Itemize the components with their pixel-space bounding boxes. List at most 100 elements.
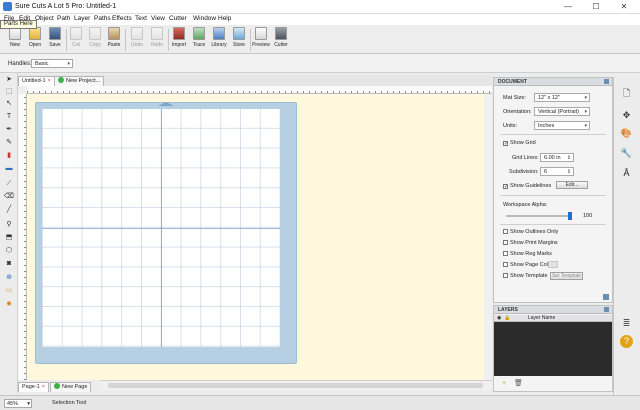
workspace-canvas[interactable]: [27, 94, 492, 380]
menu-help[interactable]: Help: [218, 15, 231, 22]
mat-size-select[interactable]: 12" x 12" ▾: [534, 93, 590, 102]
document-panel-icon[interactable]: 🗋: [620, 87, 633, 100]
chevron-down-icon: ▾: [584, 109, 587, 115]
chevron-down-icon: ▾: [584, 123, 587, 129]
menu-cutter[interactable]: Cutter: [169, 15, 187, 22]
text-tool-icon[interactable]: T: [4, 112, 14, 121]
vertical-scrollbar[interactable]: [484, 94, 492, 380]
edit-guidelines-button[interactable]: Edit...: [556, 181, 588, 189]
store-button[interactable]: Store: [229, 27, 249, 53]
tab-new-project[interactable]: New Project...: [54, 76, 105, 86]
node-edit-tool-icon[interactable]: ↖: [4, 99, 14, 108]
line-tool-icon[interactable]: ╱: [4, 205, 14, 214]
new-button[interactable]: New: [5, 27, 25, 53]
maximize-button[interactable]: ☐: [584, 0, 608, 14]
subdivision-input[interactable]: 6 ⇕: [540, 167, 574, 176]
app-logo-icon: [3, 2, 12, 11]
preview-button[interactable]: Preview: [251, 27, 271, 53]
pin-icon[interactable]: [604, 307, 609, 312]
shape-tool-icon[interactable]: ⬒: [4, 233, 14, 242]
rectangle-tool-icon[interactable]: ▬: [4, 164, 14, 173]
spinner-icon[interactable]: ⇕: [567, 154, 571, 162]
cutting-mat[interactable]: [35, 102, 297, 364]
ruler-tool-icon[interactable]: ▭: [4, 286, 14, 295]
weld-tool-icon[interactable]: ◙: [4, 259, 14, 268]
tab-page-1[interactable]: Page-1 ×: [18, 382, 49, 392]
move-panel-icon[interactable]: ✥: [620, 109, 633, 122]
page-color-swatch[interactable]: [548, 261, 558, 268]
show-grid-checkbox[interactable]: ✓ Show Grid: [503, 140, 536, 147]
mat-size-label: Mat Size:: [503, 95, 526, 101]
pen-tool-icon[interactable]: ✒: [4, 125, 14, 134]
paste-button[interactable]: Paste: [104, 27, 124, 53]
undo-button[interactable]: Undo: [127, 27, 147, 53]
menu-window[interactable]: Window: [193, 15, 216, 22]
close-tab-icon[interactable]: ×: [48, 78, 51, 84]
units-label: Units:: [503, 123, 518, 129]
redo-button[interactable]: Redo: [147, 27, 167, 53]
set-template-button[interactable]: Set Template: [550, 272, 583, 280]
open-button[interactable]: Open: [25, 27, 45, 53]
handles-select[interactable]: Basic ▾: [31, 59, 73, 68]
menu-paths[interactable]: Paths: [94, 15, 111, 22]
delete-layer-button[interactable]: 🗑: [514, 380, 523, 387]
show-guidelines-checkbox[interactable]: ✓ Show Guidelines: [503, 183, 551, 190]
eyedropper-tool-icon[interactable]: ⚲: [4, 220, 14, 229]
show-reg-marks-checkbox[interactable]: Show Reg Marks: [503, 251, 552, 257]
menu-object[interactable]: Object: [35, 15, 54, 22]
pin-icon[interactable]: [604, 79, 609, 84]
mat-grid[interactable]: [42, 109, 280, 347]
knife-tool-icon[interactable]: ⟋: [4, 179, 14, 188]
layer-list[interactable]: [494, 322, 612, 376]
menu-view[interactable]: View: [151, 15, 165, 22]
transform-tool-icon[interactable]: ⬚: [4, 87, 14, 96]
grid-lines-input[interactable]: 6.00 in ⇕: [540, 153, 574, 162]
import-button[interactable]: Import: [169, 27, 189, 53]
help-icon[interactable]: ?: [620, 335, 633, 348]
polygon-tool-icon[interactable]: ⬡: [4, 246, 14, 255]
library-icon: [213, 27, 225, 40]
close-tab-icon[interactable]: ×: [42, 384, 45, 390]
minimize-button[interactable]: —: [556, 0, 580, 14]
zoom-tool-icon[interactable]: ⊕: [4, 273, 14, 282]
close-window-button[interactable]: ✕: [612, 0, 636, 14]
add-layer-button[interactable]: +: [502, 380, 506, 387]
show-page-color-checkbox[interactable]: Show Page Color: [503, 262, 553, 268]
show-template-checkbox[interactable]: Show Template: [503, 273, 548, 279]
eraser-tool-icon[interactable]: ⌫: [4, 192, 14, 201]
layers-panel-icon[interactable]: ≣: [620, 317, 633, 330]
menu-text[interactable]: Text: [135, 15, 147, 22]
cutter-button[interactable]: Cutter: [271, 27, 291, 53]
save-button[interactable]: Save: [45, 27, 65, 53]
show-print-margins-checkbox[interactable]: Show Print Margins: [503, 240, 558, 246]
menu-effects[interactable]: Effects: [112, 15, 132, 22]
cut-button[interactable]: Cut: [66, 27, 86, 53]
panel-collapse-icon[interactable]: [603, 294, 609, 300]
library-button[interactable]: Library: [209, 27, 229, 53]
copy-button[interactable]: Copy: [85, 27, 105, 53]
brush-tool-icon[interactable]: ▮: [4, 151, 14, 160]
pencil-tool-icon[interactable]: ✎: [4, 138, 14, 147]
menu-path[interactable]: Path: [57, 15, 70, 22]
menu-layer[interactable]: Layer: [74, 15, 90, 22]
horizontal-scrollbar[interactable]: [100, 380, 492, 390]
gear-tool-icon[interactable]: ✹: [4, 300, 14, 309]
workspace-alpha-slider[interactable]: [506, 212, 572, 220]
add-icon: [58, 77, 64, 83]
tab-new-page[interactable]: New Page: [50, 382, 92, 392]
units-select[interactable]: Inches ▾: [534, 121, 590, 130]
zoom-select[interactable]: 45% ▾: [4, 399, 32, 408]
selection-tool-icon[interactable]: ➤: [4, 75, 14, 84]
show-outlines-checkbox[interactable]: Show Outlines Only: [503, 229, 558, 235]
divider: [500, 195, 606, 196]
trace-button[interactable]: Trace: [189, 27, 209, 53]
spinner-icon[interactable]: ⇕: [567, 168, 571, 176]
orientation-select[interactable]: Vertical (Portrait) ▾: [534, 107, 590, 116]
toolbox: ➤ ⬚ ↖ T ✒ ✎ ▮ ▬ ⟋ ⌫ ╱ ⚲ ⬒ ⬡ ◙ ⊕ ▭ ✹: [0, 73, 18, 393]
tab-untitled-1[interactable]: Untitled-1 ×: [18, 76, 55, 86]
wrench-icon[interactable]: 🔧: [620, 147, 633, 160]
color-palette-icon[interactable]: 🎨: [620, 127, 633, 140]
scroll-thumb[interactable]: [108, 383, 483, 388]
slider-thumb[interactable]: [568, 212, 572, 220]
text-panel-icon[interactable]: Å: [620, 167, 633, 180]
